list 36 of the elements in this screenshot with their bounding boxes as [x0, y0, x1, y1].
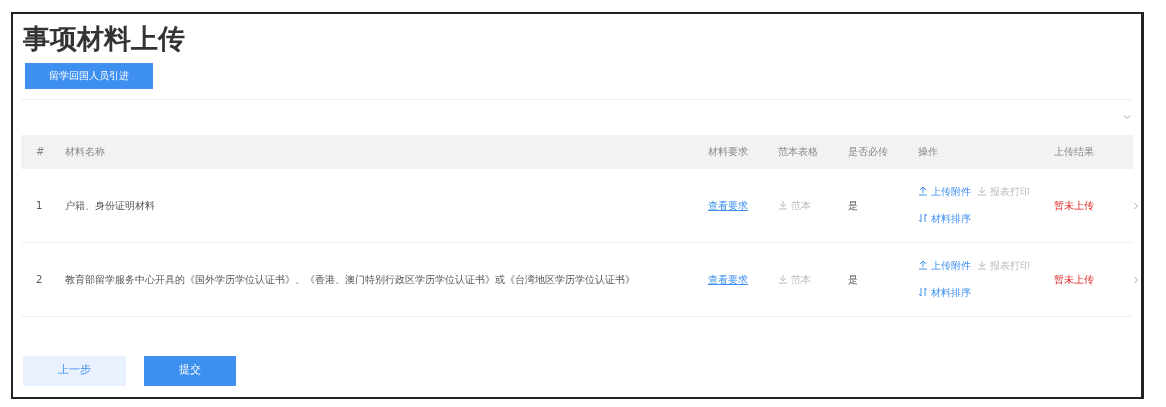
required-value: 是: [848, 272, 859, 287]
sort-action[interactable]: 材料排序: [918, 285, 971, 300]
sort-icon: [918, 213, 928, 223]
material-name: 户籍、身份证明材料: [65, 198, 156, 213]
upload-icon: [918, 260, 928, 270]
required-value: 是: [848, 198, 859, 213]
material-name: 教育部留学服务中心开具的《国外学历学位认证书》、《香港、澳门特别行政区学历学位认证书》或《台湾地区学历学位认证书》: [65, 272, 636, 287]
sort-action[interactable]: 材料排序: [918, 211, 971, 226]
upload-status: 暂未上传: [1054, 272, 1095, 287]
column-header: 材料名称: [65, 145, 106, 159]
upload-status: 暂未上传: [1054, 198, 1095, 213]
chevron-right-icon[interactable]: [1132, 275, 1140, 284]
download-icon: [778, 273, 788, 284]
submit-button[interactable]: 提交: [144, 355, 236, 386]
category-button[interactable]: 留学回国人员引进: [25, 62, 153, 89]
upload-action[interactable]: 上传附件: [918, 258, 971, 273]
page-title: 事项材料上传: [23, 22, 186, 56]
download-icon: [977, 260, 987, 270]
upload-icon: [918, 186, 928, 196]
requirement-link[interactable]: 查看要求: [708, 273, 748, 285]
upload-action[interactable]: 上传附件: [918, 184, 971, 199]
column-header: 是否必传: [848, 145, 889, 159]
download-icon: [977, 186, 987, 196]
back-button[interactable]: 上一步: [23, 355, 126, 386]
column-header: 范本表格: [778, 145, 819, 159]
column-header: 上传结果: [1054, 145, 1095, 159]
column-header: 操作: [918, 145, 939, 159]
column-header: 材料要求: [708, 145, 749, 159]
column-header: #: [35, 145, 46, 159]
sort-icon: [918, 287, 928, 297]
row-number: 2: [35, 272, 44, 287]
chevron-right-icon[interactable]: [1132, 201, 1140, 210]
chevron-down-icon[interactable]: [1123, 113, 1131, 121]
download-icon: [778, 199, 788, 210]
requirement-link[interactable]: 查看要求: [708, 199, 748, 211]
row-number: 1: [35, 198, 44, 213]
